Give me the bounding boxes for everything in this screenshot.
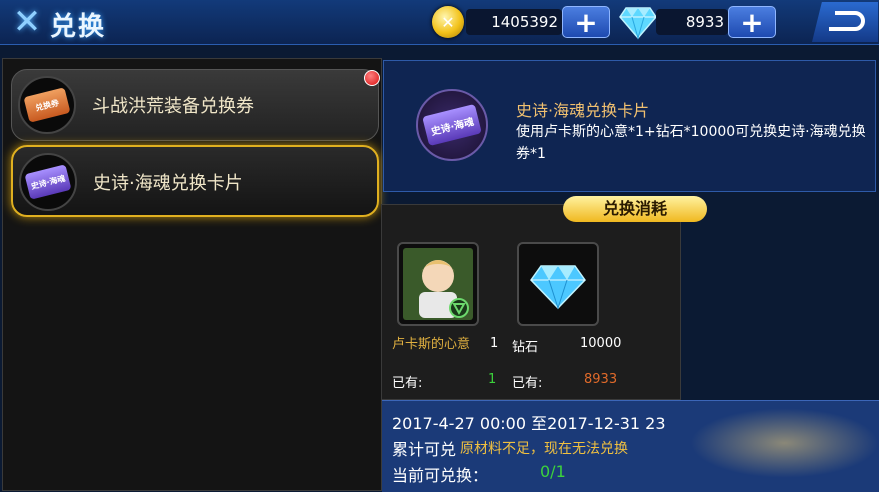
diamond-amount: 8933 xyxy=(656,9,728,35)
warning-text: 原材料不足，现在无法兑换 xyxy=(460,441,628,457)
card-icon: 史诗·海魂 xyxy=(19,153,77,211)
return-arrow-icon xyxy=(829,11,865,31)
material-required: 1 xyxy=(490,336,499,351)
owned-label: 已有: xyxy=(512,376,543,391)
cumulative-label: 累计可兑 xyxy=(392,440,457,459)
selected-card-icon-text: 史诗·海魂 xyxy=(422,103,482,147)
selected-item-name: 史诗·海魂兑换卡片 xyxy=(516,101,650,120)
exchange-list-panel: 兑换券 斗战洪荒装备兑换券 史诗·海魂 史诗·海魂兑换卡片 xyxy=(2,58,382,491)
material-name: 卢卡斯的心意 xyxy=(392,337,471,352)
owned-label: 已有: xyxy=(392,376,423,391)
diamond-icon xyxy=(619,7,657,40)
exchange-item-epic-card[interactable]: 史诗·海魂 史诗·海魂兑换卡片 xyxy=(11,145,379,217)
current-label: 当前可兑换： xyxy=(392,466,489,485)
add-gold-button[interactable]: + xyxy=(562,6,610,39)
exchange-button-glow[interactable] xyxy=(690,408,879,478)
ticket-icon-text: 兑换券 xyxy=(23,87,71,123)
exchange-item-equipment-ticket[interactable]: 兑换券 斗战洪荒装备兑换券 xyxy=(11,69,379,141)
selected-item-card: 史诗·海魂 史诗·海魂兑换卡片 使用卢卡斯的心意*1+钻石*10000可兑换史诗… xyxy=(383,60,876,192)
page-title: 兑换 xyxy=(50,12,107,42)
material-slot-hero[interactable] xyxy=(397,242,479,326)
material-owned: 1 xyxy=(488,372,497,387)
material-required: 10000 xyxy=(580,336,622,351)
hero-portrait-icon xyxy=(403,248,473,320)
ticket-icon: 兑换券 xyxy=(18,76,76,134)
notification-dot xyxy=(364,70,380,86)
selected-item-description: 使用卢卡斯的心意*1+钻石*10000可兑换史诗·海魂兑换券*1 xyxy=(516,124,866,162)
card-icon-text: 史诗·海魂 xyxy=(24,164,72,200)
cost-header: 兑换消耗 xyxy=(563,196,707,222)
gold-coin-icon: ✕ xyxy=(432,6,464,38)
material-name: 钻石 xyxy=(512,340,539,355)
back-button[interactable] xyxy=(812,2,878,42)
selected-card-icon: 史诗·海魂 xyxy=(416,89,488,161)
gold-amount: 1405392 xyxy=(466,9,562,35)
exchange-item-label: 史诗·海魂兑换卡片 xyxy=(93,173,243,194)
add-diamond-button[interactable]: + xyxy=(728,6,776,39)
exchange-logo-icon: ✕ xyxy=(12,2,42,42)
diamond-item-icon xyxy=(530,265,586,310)
exchange-item-label: 斗战洪荒装备兑换券 xyxy=(92,96,254,117)
material-slot-diamond[interactable] xyxy=(517,242,599,326)
date-range: 2017-4-27 00:00 至2017-12-31 23 xyxy=(392,414,666,433)
current-value: 0/1 xyxy=(540,462,566,481)
material-owned: 8933 xyxy=(584,372,618,387)
